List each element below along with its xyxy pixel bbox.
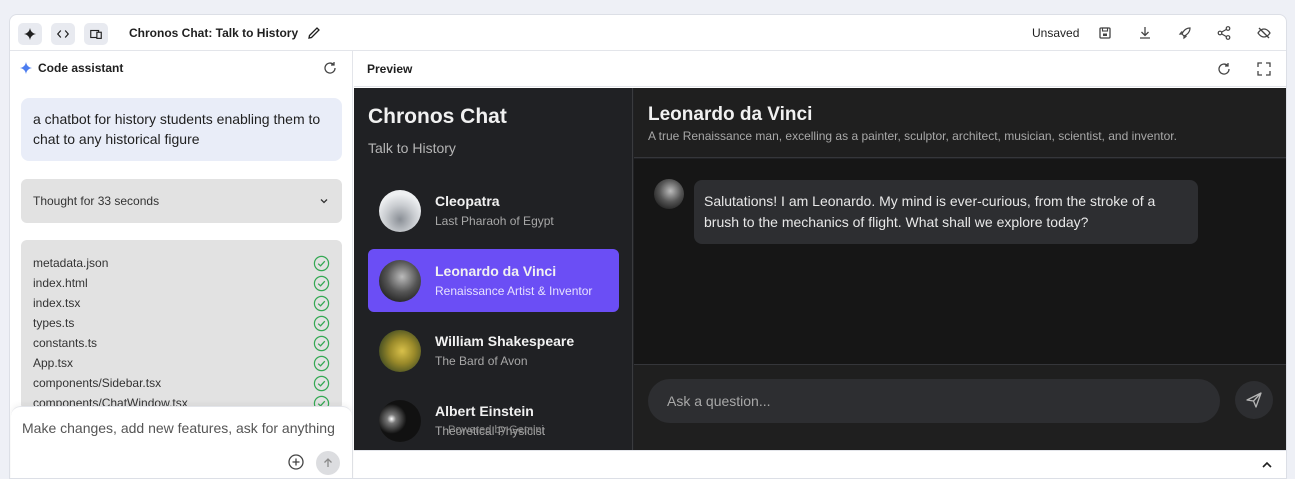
figure-sidebar: Chronos Chat Talk to History Cleopatra L… — [354, 88, 633, 450]
save-icon — [1099, 27, 1111, 39]
code-view-button[interactable] — [51, 23, 75, 45]
check-circle-icon — [313, 295, 330, 311]
preview-frame: Chronos Chat Talk to History Cleopatra L… — [354, 88, 1286, 450]
hide-button[interactable] — [1256, 25, 1272, 41]
chevron-up-icon[interactable] — [1260, 458, 1274, 472]
file-name: components/Sidebar.tsx — [33, 376, 162, 390]
file-name: metadata.json — [33, 256, 109, 270]
send-icon — [1246, 392, 1262, 408]
chat-header: Leonardo da Vinci A true Renaissance man… — [634, 88, 1286, 158]
figure-name: Albert Einstein — [435, 403, 534, 419]
figure-item[interactable]: Cleopatra Last Pharaoh of Egypt — [368, 179, 619, 242]
figure-role: Last Pharaoh of Egypt — [435, 214, 554, 228]
shakespeare-avatar — [379, 329, 421, 372]
device-icon — [90, 29, 102, 39]
preview-panel: Preview Chronos Chat Talk to History Cle… — [354, 51, 1286, 478]
refresh-icon[interactable] — [1216, 61, 1232, 77]
send-button[interactable] — [316, 451, 340, 475]
fullscreen-icon[interactable] — [1256, 61, 1272, 77]
chat-input[interactable] — [648, 379, 1220, 423]
message-avatar — [654, 179, 684, 209]
check-circle-icon — [313, 275, 330, 291]
check-circle-icon — [313, 355, 330, 371]
share-icon — [1217, 26, 1231, 40]
figure-name: William Shakespeare — [435, 333, 575, 349]
deploy-button[interactable] — [1177, 25, 1193, 41]
file-row: index.html — [33, 273, 330, 293]
leonardo-avatar — [379, 259, 421, 302]
add-icon[interactable] — [287, 453, 305, 471]
figure-item[interactable]: Albert Einstein Theoretical Physicist — [368, 389, 619, 450]
file-name: index.html — [33, 276, 88, 290]
assistant-header-label: Code assistant — [38, 61, 124, 75]
rocket-icon — [1178, 27, 1191, 40]
refresh-icon[interactable] — [322, 60, 338, 76]
cleopatra-avatar — [379, 189, 421, 232]
figure-role: Renaissance Artist & Inventor — [435, 284, 593, 298]
chronos-subtitle: Talk to History — [368, 140, 456, 156]
chat-figure-name: Leonardo da Vinci — [648, 104, 813, 125]
device-view-button[interactable] — [84, 23, 108, 45]
app-title: Chronos Chat: Talk to History — [129, 26, 299, 40]
code-assistant-panel: Code assistant a chatbot for history stu… — [10, 51, 353, 478]
top-bar: Chronos Chat: Talk to History Unsaved — [10, 15, 1286, 51]
file-list: metadata.json index.html index.tsx types.ts… — [21, 240, 342, 410]
code-icon — [56, 30, 70, 38]
arrow-up-icon — [324, 458, 332, 467]
chat-messages: Salutations! I am Leonardo. My mind is e… — [634, 159, 1286, 364]
sparkle-button[interactable] — [18, 23, 42, 45]
download-icon — [1140, 27, 1150, 39]
hide-icon — [1257, 27, 1271, 39]
check-circle-icon — [313, 335, 330, 351]
figure-item-active[interactable]: Leonardo da Vinci Renaissance Artist & I… — [368, 249, 619, 312]
chronos-title: Chronos Chat — [368, 105, 507, 128]
file-row: components/Sidebar.tsx — [33, 373, 330, 393]
file-row: types.ts — [33, 313, 330, 333]
file-name: constants.ts — [33, 336, 98, 350]
composer — [11, 406, 352, 478]
save-button[interactable] — [1097, 25, 1113, 41]
assistant-message: Salutations! I am Leonardo. My mind is e… — [694, 180, 1198, 244]
assistant-header: Code assistant — [19, 61, 123, 75]
file-name: index.tsx — [33, 296, 81, 310]
chat-figure-description: A true Renaissance man, excelling as a p… — [648, 129, 1177, 143]
check-circle-icon — [313, 375, 330, 391]
check-circle-icon — [313, 255, 330, 271]
console-strip — [354, 450, 1286, 478]
sparkle-icon — [19, 61, 33, 75]
file-name: types.ts — [33, 316, 75, 330]
preview-title: Preview — [367, 62, 413, 76]
chevron-down-icon — [320, 199, 328, 204]
share-button[interactable] — [1216, 25, 1232, 41]
file-row: App.tsx — [33, 353, 330, 373]
composer-input[interactable] — [22, 420, 347, 436]
chat-input-area — [634, 364, 1286, 450]
save-status: Unsaved — [1032, 26, 1080, 40]
file-row: index.tsx — [33, 293, 330, 313]
file-name: App.tsx — [33, 356, 74, 370]
download-button[interactable] — [1137, 25, 1153, 41]
powered-by: Powered by Gemini — [448, 424, 544, 436]
user-prompt: a chatbot for history students enabling … — [21, 98, 342, 161]
check-circle-icon — [313, 315, 330, 331]
chat-send-button[interactable] — [1235, 381, 1273, 419]
einstein-avatar — [379, 399, 421, 442]
thought-label: Thought for 33 seconds — [33, 194, 160, 208]
thought-toggle[interactable]: Thought for 33 seconds — [21, 179, 342, 223]
figure-item[interactable]: William Shakespeare The Bard of Avon — [368, 319, 619, 382]
figure-name: Cleopatra — [435, 193, 500, 209]
file-row: constants.ts — [33, 333, 330, 353]
app-window: Chronos Chat: Talk to History Unsaved Co… — [9, 14, 1287, 479]
sparkle-icon — [23, 27, 37, 41]
file-row: metadata.json — [33, 253, 330, 273]
edit-icon[interactable] — [306, 25, 322, 41]
figure-name: Leonardo da Vinci — [435, 263, 557, 279]
figure-role: The Bard of Avon — [435, 354, 528, 368]
preview-header: Preview — [354, 51, 1286, 87]
